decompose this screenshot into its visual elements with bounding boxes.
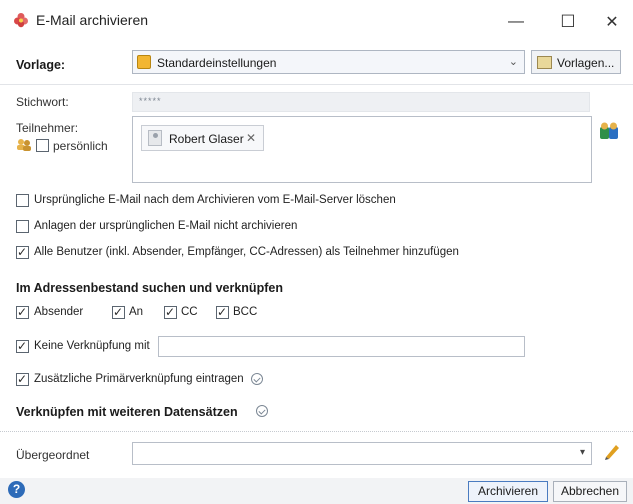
template-icon xyxy=(537,56,552,69)
vorlage-value: Standardeinstellungen xyxy=(157,56,277,70)
stichwort-input[interactable]: ***** xyxy=(132,92,590,112)
keine-verknuepfung-checkbox[interactable] xyxy=(16,339,29,353)
stichwort-label: Stichwort: xyxy=(16,95,69,109)
dotted-divider xyxy=(0,431,633,432)
minimize-button[interactable]: — xyxy=(496,8,536,36)
persons-icon xyxy=(17,139,31,151)
vorlagen-button[interactable]: Vorlagen... xyxy=(531,50,621,74)
persoenlich-checkbox[interactable] xyxy=(36,139,49,152)
window-title: E-Mail archivieren xyxy=(36,12,149,28)
stichwort-placeholder: ***** xyxy=(139,96,162,106)
option-delete-label: Ursprüngliche E-Mail nach dem Archiviere… xyxy=(34,194,396,206)
maximize-button[interactable]: ☐ xyxy=(548,8,588,36)
keine-verknuepfung-input[interactable] xyxy=(158,336,525,357)
an-label: An xyxy=(129,306,144,318)
divider xyxy=(0,84,633,85)
chevron-down-icon: ⌄ xyxy=(508,56,518,68)
persoenlich-label: persönlich xyxy=(53,139,108,153)
expand-link-section-icon[interactable] xyxy=(256,405,268,417)
address-section-title: Im Adressenbestand suchen und verknüpfen xyxy=(16,281,283,295)
cc-label: CC xyxy=(181,306,198,318)
template-folder-icon xyxy=(137,55,151,69)
participant-chip: Robert Glaser ✕ xyxy=(141,125,264,151)
participant-name: Robert Glaser xyxy=(169,132,244,146)
teilnehmer-label: Teilnehmer: xyxy=(16,121,79,135)
primaer-checkbox[interactable] xyxy=(16,372,29,386)
primaer-label: Zusätzliche Primärverknüpfung eintragen xyxy=(34,373,244,385)
remove-participant-icon[interactable]: ✕ xyxy=(246,131,256,145)
vorlage-select[interactable]: Standardeinstellungen ⌄ xyxy=(132,50,525,74)
abbrechen-button[interactable]: Abbrechen xyxy=(553,481,627,502)
dropdown-arrow-icon: ▾ xyxy=(579,447,585,458)
expand-primaer-icon[interactable] xyxy=(251,373,263,385)
vorlage-label: Vorlage: xyxy=(16,58,66,72)
link-section-title: Verknüpfen mit weiteren Datensätzen xyxy=(16,405,238,419)
cc-checkbox[interactable] xyxy=(164,305,177,319)
option-attachments-checkbox[interactable] xyxy=(16,220,29,233)
teilnehmer-field[interactable]: Robert Glaser ✕ xyxy=(132,116,592,183)
app-flower-icon xyxy=(14,13,28,28)
bcc-label: BCC xyxy=(233,306,258,318)
archivieren-button[interactable]: Archivieren xyxy=(468,481,548,502)
uebergeordnet-select[interactable]: ▾ xyxy=(132,442,592,465)
an-checkbox[interactable] xyxy=(112,305,125,319)
uebergeordnet-label: Übergeordnet xyxy=(16,448,90,462)
option-attachments-label: Anlagen der ursprünglichen E-Mail nicht … xyxy=(34,220,298,232)
option-delete-checkbox[interactable] xyxy=(16,194,29,207)
contact-card-icon xyxy=(148,130,162,146)
pencil-icon[interactable] xyxy=(602,441,622,461)
close-button[interactable]: ✕ xyxy=(592,8,632,36)
option-all-users-checkbox[interactable] xyxy=(16,245,29,259)
bcc-checkbox[interactable] xyxy=(216,305,229,319)
help-icon[interactable]: ? xyxy=(8,481,25,498)
add-participants-group-icon[interactable] xyxy=(598,121,620,141)
absender-label: Absender xyxy=(34,306,84,318)
option-all-users-label: Alle Benutzer (inkl. Absender, Empfänger… xyxy=(34,246,459,258)
keine-verknuepfung-label: Keine Verknüpfung mit xyxy=(34,340,150,352)
absender-checkbox[interactable] xyxy=(16,305,29,319)
vorlagen-button-label: Vorlagen... xyxy=(557,56,615,70)
